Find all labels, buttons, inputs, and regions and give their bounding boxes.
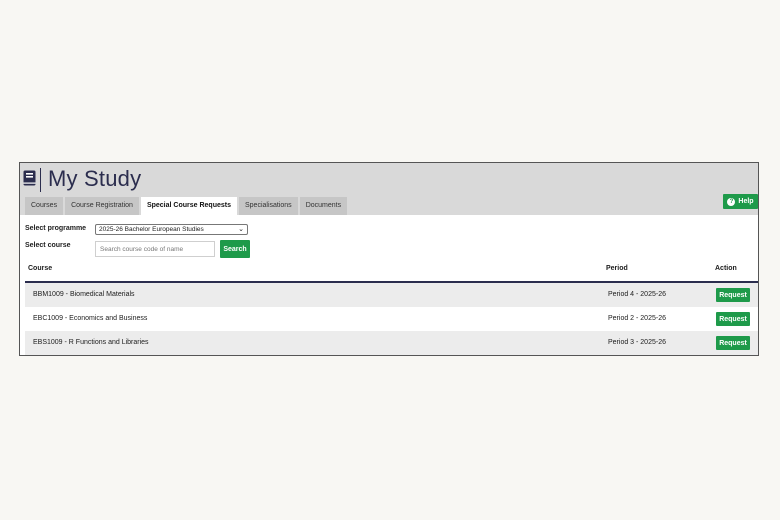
course-cell: EBS1009 - R Functions and Libraries [33,339,149,346]
period-cell: Period 3 - 2025-26 [608,339,666,346]
request-button[interactable]: Request [716,312,750,326]
course-search-input[interactable] [95,241,215,257]
book-icon [23,170,36,186]
search-button[interactable]: Search [220,240,250,258]
column-header-course: Course [28,265,53,272]
tab-special-course-requests[interactable]: Special Course Requests [140,197,237,215]
app-header: My Study Courses Course Registration Spe… [20,163,758,215]
column-header-action: Action [715,265,737,272]
request-button[interactable]: Request [716,336,750,350]
tab-course-registration[interactable]: Course Registration [65,197,139,215]
chevron-down-icon: ⌄ [238,226,244,233]
course-table: BBM1009 - Biomedical Materials Period 4 … [25,283,758,355]
request-button[interactable]: Request [716,288,750,302]
help-button[interactable]: ? Help [723,194,758,209]
tab-bar: Courses Course Registration Special Cour… [25,197,349,215]
table-row: EBS1009 - R Functions and Libraries Peri… [25,331,758,355]
period-cell: Period 4 - 2025-26 [608,291,666,298]
tab-courses[interactable]: Courses [25,197,64,215]
programme-label: Select programme [25,225,87,232]
my-study-window: My Study Courses Course Registration Spe… [19,162,759,356]
help-button-label: Help [738,198,754,205]
column-header-period: Period [606,265,628,272]
logo-divider [40,168,41,192]
course-label: Select course [25,242,71,249]
course-cell: EBC1009 - Economics and Business [33,315,148,322]
period-cell: Period 2 - 2025-26 [608,315,666,322]
course-cell: BBM1009 - Biomedical Materials [33,291,135,298]
programme-select[interactable]: 2025-26 Bachelor European Studies ⌄ [95,224,248,235]
table-row: BBM1009 - Biomedical Materials Period 4 … [25,283,758,307]
app-title: My Study [48,166,142,191]
tab-specialisations[interactable]: Specialisations [238,197,298,215]
programme-select-value: 2025-26 Bachelor European Studies [99,226,204,233]
table-row: EBC1009 - Economics and Business Period … [25,307,758,331]
help-circle-icon: ? [727,197,736,206]
tab-documents[interactable]: Documents [299,197,348,215]
